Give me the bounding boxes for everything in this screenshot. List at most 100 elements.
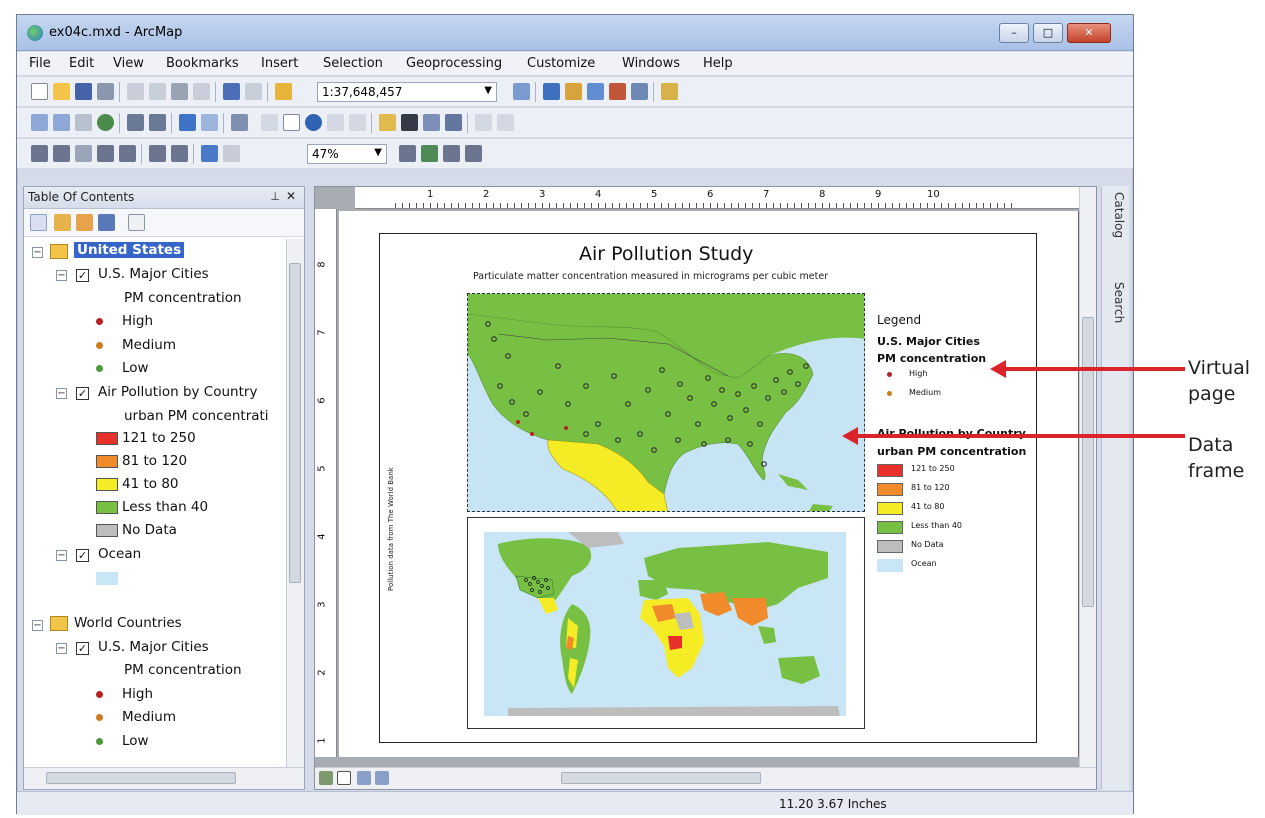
zoom-out-icon[interactable]	[53, 114, 70, 131]
clear-selection-icon[interactable]	[261, 114, 278, 131]
toc-layer-ocean[interactable]: Ocean	[98, 546, 141, 562]
focus-data-frame-icon[interactable]	[421, 145, 438, 162]
layer-visibility-checkbox[interactable]: ✓	[76, 387, 89, 400]
data-frame-united-states[interactable]	[467, 293, 865, 512]
menu-customize[interactable]: Customize	[527, 56, 595, 71]
select-features-icon[interactable]	[231, 114, 248, 131]
toc-data-frame-world-countries[interactable]: World Countries	[74, 615, 182, 631]
refresh-icon[interactable]	[357, 771, 371, 785]
maximize-button[interactable]: □	[1033, 23, 1063, 43]
add-data-icon[interactable]	[275, 83, 292, 100]
scroll-thumb[interactable]	[46, 772, 236, 784]
toc-layer-air-pollution-by-country[interactable]: Air Pollution by Country	[98, 384, 257, 400]
layout-zoom-out-icon[interactable]	[53, 145, 70, 162]
minimize-button[interactable]: –	[999, 23, 1029, 43]
undo-icon[interactable]	[223, 83, 240, 100]
expander-icon[interactable]: −	[56, 643, 67, 654]
toc-layer-us-major-cities[interactable]: U.S. Major Cities	[98, 266, 209, 282]
arctoolbox-icon[interactable]	[609, 83, 626, 100]
expander-icon[interactable]: −	[32, 247, 43, 258]
data-source-credit[interactable]: Pollution data from The World Bank	[387, 467, 395, 591]
catalog-window-icon[interactable]	[565, 83, 582, 100]
toc-close-icon[interactable]: ✕	[286, 189, 296, 203]
menu-help[interactable]: Help	[703, 56, 733, 71]
editor-toolbar-icon[interactable]	[513, 83, 530, 100]
redo-icon[interactable]	[245, 83, 262, 100]
list-by-drawing-order-icon[interactable]	[30, 214, 47, 231]
menu-selection[interactable]: Selection	[323, 56, 383, 71]
map-subtitle[interactable]: Particulate matter concentration measure…	[473, 271, 828, 282]
table-of-contents-icon[interactable]	[543, 83, 560, 100]
previous-extent-layout-icon[interactable]	[201, 145, 218, 162]
menu-windows[interactable]: Windows	[622, 56, 680, 71]
menu-edit[interactable]: Edit	[69, 56, 94, 71]
layout-pan-icon[interactable]	[75, 145, 92, 162]
toc-horizontal-scrollbar[interactable]	[24, 767, 304, 789]
python-window-icon[interactable]	[631, 83, 648, 100]
close-button[interactable]: ✕	[1067, 23, 1111, 43]
toc-vertical-scrollbar[interactable]	[286, 239, 304, 767]
layout-zoom-in-icon[interactable]	[31, 145, 48, 162]
open-folder-icon[interactable]	[53, 83, 70, 100]
layer-visibility-checkbox[interactable]: ✓	[76, 269, 89, 282]
hyperlink-icon[interactable]	[327, 114, 344, 131]
virtual-page[interactable]: Air Pollution Study Particulate matter c…	[339, 211, 1079, 757]
data-driven-pages-icon[interactable]	[465, 145, 482, 162]
fixed-zoom-out-layout-icon[interactable]	[171, 145, 188, 162]
next-extent-layout-icon[interactable]	[223, 145, 240, 162]
map-scale-combo[interactable]: 1:37,648,457 ▼	[317, 82, 497, 102]
zoom-in-icon[interactable]	[31, 114, 48, 131]
fixed-zoom-in-icon[interactable]	[127, 114, 144, 131]
layer-visibility-checkbox[interactable]: ✓	[76, 549, 89, 562]
toc-data-frame-united-states[interactable]: United States	[74, 242, 185, 258]
change-layout-icon[interactable]	[443, 145, 460, 162]
time-slider-icon[interactable]	[475, 114, 492, 131]
full-extent-globe-icon[interactable]	[97, 114, 114, 131]
paste-icon[interactable]	[171, 83, 188, 100]
select-elements-pointer-icon[interactable]	[283, 114, 300, 131]
layout-view-icon[interactable]	[337, 771, 351, 785]
layout-zoom-combo[interactable]: 47% ▼	[307, 144, 387, 164]
fixed-zoom-in-layout-icon[interactable]	[149, 145, 166, 162]
menu-file[interactable]: File	[29, 56, 51, 71]
zoom-whole-page-icon[interactable]	[97, 145, 114, 162]
print-icon[interactable]	[97, 83, 114, 100]
menu-insert[interactable]: Insert	[261, 56, 298, 71]
list-by-selection-icon[interactable]	[98, 214, 115, 231]
toc-options-icon[interactable]	[128, 214, 145, 231]
catalog-tab[interactable]: Catalog	[1106, 192, 1126, 238]
html-popup-icon[interactable]	[349, 114, 366, 131]
scroll-thumb[interactable]	[561, 772, 761, 784]
fixed-zoom-out-icon[interactable]	[149, 114, 166, 131]
search-window-icon[interactable]	[587, 83, 604, 100]
save-icon[interactable]	[75, 83, 92, 100]
go-to-xy-icon[interactable]	[445, 114, 462, 131]
data-view-icon[interactable]	[319, 771, 333, 785]
expander-icon[interactable]: −	[56, 270, 67, 281]
menu-view[interactable]: View	[113, 56, 144, 71]
find-binoculars-icon[interactable]	[401, 114, 418, 131]
pan-hand-icon[interactable]	[75, 114, 92, 131]
pin-icon[interactable]: ⊥	[270, 190, 280, 203]
layout-vertical-scrollbar[interactable]	[1079, 187, 1096, 767]
layer-visibility-checkbox[interactable]: ✓	[76, 642, 89, 655]
scroll-thumb[interactable]	[1082, 317, 1094, 607]
expander-icon[interactable]: −	[56, 388, 67, 399]
menu-geoprocessing[interactable]: Geoprocessing	[406, 56, 502, 71]
new-document-icon[interactable]	[31, 83, 48, 100]
layout-view[interactable]: 1 2 3 4 5 6 7 8 9 10 8 7 6 5 4 3 2 1 Air…	[314, 186, 1097, 790]
data-frame-world-countries[interactable]	[467, 517, 865, 729]
list-by-visibility-icon[interactable]	[76, 214, 93, 231]
cut-icon[interactable]	[127, 83, 144, 100]
toc-layer-us-major-cities-2[interactable]: U.S. Major Cities	[98, 639, 209, 655]
forward-arrow-icon[interactable]	[201, 114, 218, 131]
menu-bookmarks[interactable]: Bookmarks	[166, 56, 239, 71]
measure-icon[interactable]	[379, 114, 396, 131]
zoom-100-percent-icon[interactable]	[119, 145, 136, 162]
delete-icon[interactable]	[193, 83, 210, 100]
expander-icon[interactable]: −	[32, 620, 43, 631]
scroll-thumb[interactable]	[289, 263, 301, 583]
search-tab[interactable]: Search	[1106, 282, 1126, 323]
identify-icon[interactable]	[305, 114, 322, 131]
modelbuilder-icon[interactable]	[661, 83, 678, 100]
